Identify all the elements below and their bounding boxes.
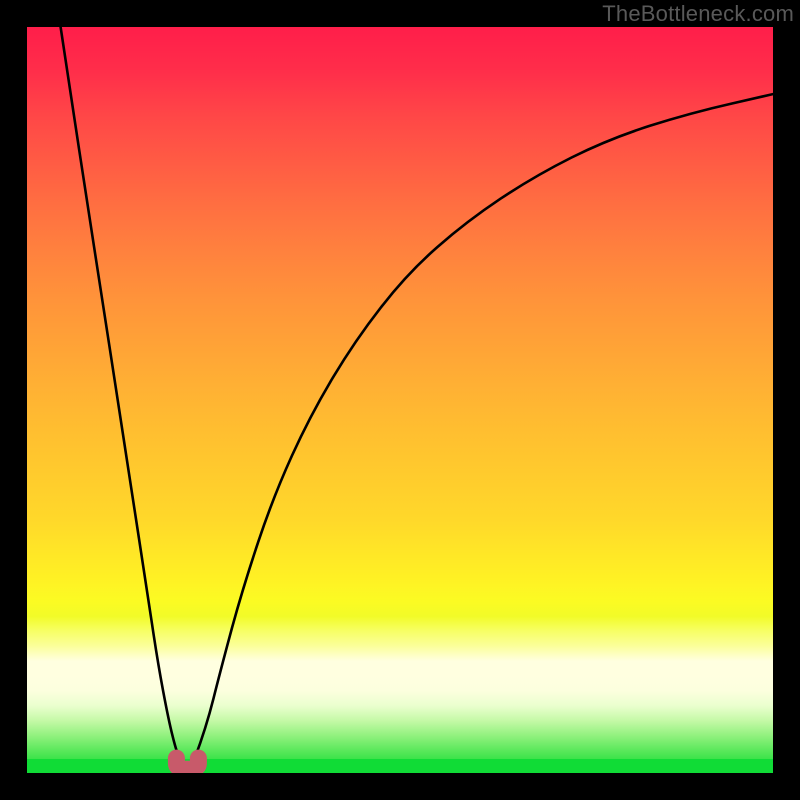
plot-area bbox=[27, 27, 773, 773]
dip-marker bbox=[27, 27, 773, 773]
chart-frame: TheBottleneck.com bbox=[0, 0, 800, 800]
watermark-label: TheBottleneck.com bbox=[602, 1, 794, 27]
